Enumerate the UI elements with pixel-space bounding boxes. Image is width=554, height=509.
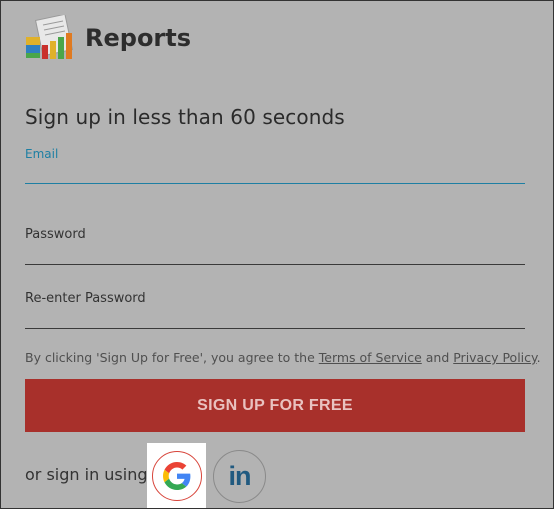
google-icon: [162, 461, 190, 490]
reenter-password-field: Re-enter Password: [25, 291, 525, 329]
password-field: Password: [25, 227, 525, 265]
reports-chart-icon: [26, 15, 74, 59]
password-input[interactable]: [25, 242, 525, 264]
terms-notice: By clicking 'Sign Up for Free', you agre…: [25, 350, 541, 365]
or-sign-in-text: or sign in using: [25, 465, 148, 484]
brand-header: Reports: [25, 15, 191, 61]
reenter-password-label: Re-enter Password: [25, 291, 146, 306]
terms-prefix: By clicking 'Sign Up for Free', you agre…: [25, 350, 319, 365]
password-underline: [25, 264, 525, 265]
linkedin-signin-button[interactable]: in: [213, 450, 266, 503]
terms-suffix: .: [536, 350, 541, 365]
signup-modal: Reports Sign up in less than 60 seconds …: [0, 0, 554, 509]
password-label: Password: [25, 227, 86, 242]
email-field: Email: [25, 147, 525, 184]
linkedin-icon: in: [228, 461, 252, 491]
sign-up-button[interactable]: SIGN UP FOR FREE: [25, 379, 525, 432]
google-circle: [151, 450, 202, 501]
privacy-policy-link[interactable]: Privacy Policy: [453, 350, 536, 365]
terms-of-service-link[interactable]: Terms of Service: [319, 350, 422, 365]
signup-headline: Sign up in less than 60 seconds: [25, 105, 345, 129]
google-signin-button[interactable]: [147, 443, 206, 508]
brand-name: Reports: [85, 24, 192, 52]
email-input[interactable]: [25, 161, 525, 183]
email-underline: [25, 183, 525, 184]
terms-and: and: [421, 350, 454, 365]
reenter-password-underline: [25, 328, 525, 329]
reenter-password-input[interactable]: [25, 306, 525, 328]
email-label: Email: [25, 147, 59, 161]
